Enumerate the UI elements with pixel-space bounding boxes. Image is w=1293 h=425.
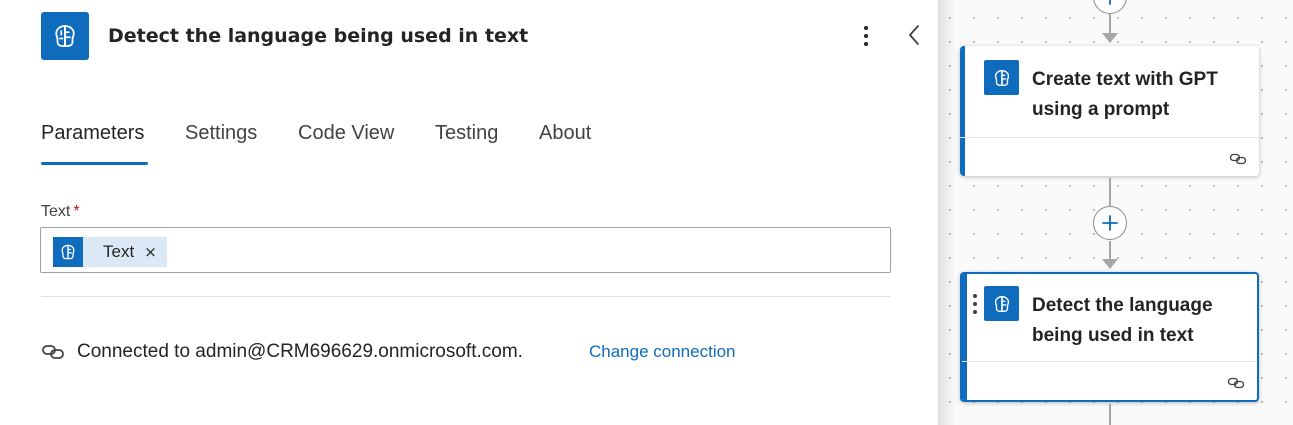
card-title: Create text with GPT using a prompt <box>1032 69 1218 120</box>
more-options-button[interactable] <box>854 22 878 50</box>
drag-handle-icon[interactable] <box>973 294 977 314</box>
connector-arrow-icon <box>1102 259 1118 269</box>
tab-code-view[interactable]: Code View <box>298 122 394 145</box>
active-tab-indicator <box>41 162 148 165</box>
chevron-left-icon <box>909 25 919 45</box>
remove-token-button[interactable]: × <box>144 243 157 261</box>
drag-dot-icon <box>973 310 977 314</box>
connection-link-icon <box>1227 377 1245 389</box>
card-footer <box>960 137 1259 176</box>
more-dot-icon <box>864 26 868 30</box>
text-field-label-text: Text <box>41 203 71 220</box>
connection-status: Connected to admin@CRM696629.onmicrosoft… <box>77 341 523 362</box>
plus-icon <box>1102 215 1118 231</box>
tab-parameters[interactable]: Parameters <box>41 122 144 145</box>
required-marker: * <box>73 203 80 220</box>
divider <box>41 296 890 297</box>
panel-title: Detect the language being used in text <box>108 25 529 47</box>
drag-dot-icon <box>973 302 977 306</box>
flow-canvas[interactable]: Create text with GPT using a prompt Dete… <box>938 0 1293 425</box>
more-dot-icon <box>864 42 868 46</box>
connector-arrow-icon <box>1102 33 1118 43</box>
card-title: Detect the language being used in text <box>1032 295 1213 346</box>
ai-brain-icon <box>984 60 1019 95</box>
canvas-shadow <box>938 0 956 425</box>
ai-brain-icon <box>53 237 83 267</box>
more-dot-icon <box>864 34 868 38</box>
connector-line <box>1109 404 1111 425</box>
drag-dot-icon <box>973 294 977 298</box>
card-footer <box>962 361 1257 400</box>
ai-brain-icon <box>984 286 1019 321</box>
dynamic-content-token[interactable]: Text × <box>53 237 167 267</box>
insert-step-button[interactable] <box>1093 206 1127 240</box>
text-input[interactable]: Text × <box>40 227 891 273</box>
link-icon <box>42 345 64 359</box>
collapse-panel-button[interactable] <box>902 20 926 50</box>
tab-settings[interactable]: Settings <box>185 122 257 145</box>
tab-about[interactable]: About <box>539 122 591 145</box>
plus-icon <box>1109 0 1111 5</box>
connector-line <box>1109 241 1111 261</box>
connector-line <box>1109 178 1111 206</box>
insert-step-button[interactable] <box>1093 0 1127 14</box>
flow-card-detect-language[interactable]: Detect the language being used in text <box>960 272 1259 402</box>
tab-testing[interactable]: Testing <box>435 122 498 145</box>
text-field-label: Text * <box>41 203 80 221</box>
action-details-panel: Detect the language being used in text P… <box>0 0 938 425</box>
change-connection-link[interactable]: Change connection <box>589 342 736 362</box>
flow-card-create-text[interactable]: Create text with GPT using a prompt <box>960 46 1259 176</box>
connection-link-icon <box>1229 153 1247 165</box>
ai-brain-icon <box>41 12 89 60</box>
token-label: Text <box>103 242 135 261</box>
